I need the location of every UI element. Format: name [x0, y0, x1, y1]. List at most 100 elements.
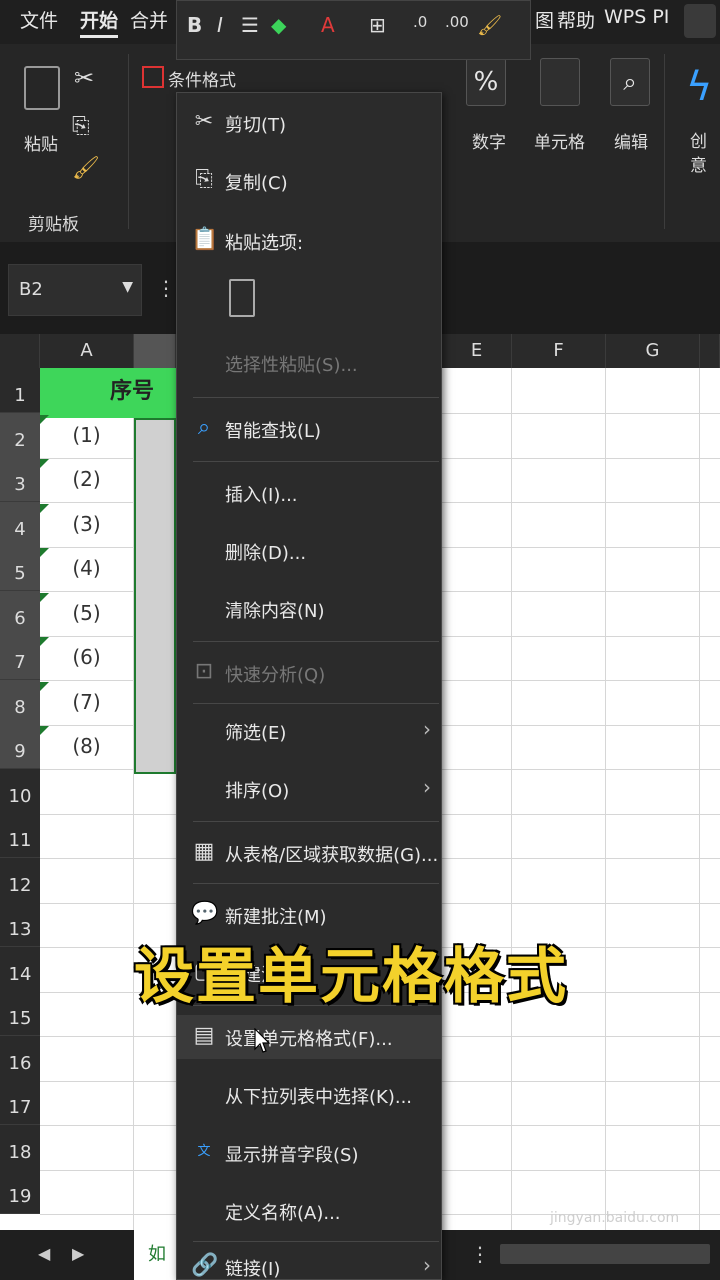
selected-range-b[interactable] — [134, 418, 176, 774]
increase-decimal-icon[interactable]: .00 — [445, 13, 469, 31]
row-header[interactable]: 4 — [0, 502, 40, 547]
error-indicator-icon — [40, 504, 49, 513]
column-header-e[interactable]: E — [442, 334, 512, 368]
border-icon[interactable]: ⊞ — [369, 13, 386, 37]
menu-item-copy[interactable]: ⎘ 复制(C) — [177, 159, 441, 203]
chevron-right-icon: › — [423, 717, 431, 741]
lightning-icon[interactable]: ϟ — [686, 64, 712, 110]
cell-a[interactable]: (5) — [40, 591, 133, 635]
menu-item-smart-lookup[interactable]: ⌕ 智能查找(L) — [177, 407, 441, 451]
copy-icon: ⎘ — [195, 167, 213, 192]
row-header[interactable]: 11 — [0, 813, 40, 858]
tab-home[interactable]: 开始 — [80, 6, 119, 38]
more-icon[interactable]: ⋮ — [156, 276, 176, 300]
watermark: jingyan.baidu.com — [550, 1210, 680, 1226]
prev-sheet-icon[interactable]: ◀ — [38, 1244, 50, 1263]
cell-a[interactable]: (7) — [40, 680, 133, 724]
row-header[interactable]: 15 — [0, 991, 40, 1036]
menu-item-sort[interactable]: 排序(O) › — [177, 767, 441, 811]
clipboard-label: 剪贴板 — [28, 215, 79, 235]
column-header-h[interactable] — [700, 334, 720, 368]
column-header-f[interactable]: F — [512, 334, 606, 368]
row-header[interactable]: 3 — [0, 457, 40, 502]
error-indicator-icon — [40, 415, 49, 424]
chevron-down-icon[interactable]: ▼ — [122, 279, 133, 295]
font-color-icon[interactable]: A — [321, 13, 335, 37]
row-header[interactable]: 14 — [0, 947, 40, 992]
sheet-tab[interactable]: 如何 — [134, 1230, 176, 1280]
menu-item-delete[interactable]: 删除(D)... — [177, 529, 441, 573]
cell-a[interactable]: (2) — [40, 457, 133, 501]
tab-wps[interactable]: WPS PI — [604, 6, 669, 28]
tab-help[interactable]: 帮助 — [557, 6, 595, 33]
copy-icon[interactable]: ⎘ — [72, 114, 90, 139]
row-header[interactable]: 18 — [0, 1125, 40, 1170]
row-header[interactable]: 8 — [0, 680, 40, 725]
column-header-g[interactable]: G — [606, 334, 700, 368]
row-header[interactable]: 10 — [0, 769, 40, 814]
row-header[interactable]: 1 — [0, 368, 40, 413]
menu-item-filter[interactable]: 筛选(E) › — [177, 709, 441, 753]
menu-item-format-cells[interactable]: ▤ 设置单元格格式(F)... — [177, 1015, 441, 1059]
select-all-corner[interactable] — [0, 334, 40, 368]
conditional-format-label[interactable]: 条件格式 — [168, 66, 236, 91]
decrease-decimal-icon[interactable]: .0 — [413, 13, 427, 31]
bold-icon[interactable]: B — [187, 13, 202, 37]
cell-a[interactable]: (3) — [40, 502, 133, 546]
search-icon[interactable]: ⌕ — [610, 58, 650, 106]
menu-item-get-data[interactable]: ▦ 从表格/区域获取数据(G)... — [177, 831, 441, 875]
menu-item-pick-list[interactable]: 从下拉列表中选择(K)... — [177, 1073, 441, 1117]
paste-option-icon[interactable] — [229, 279, 255, 317]
row-header[interactable]: 6 — [0, 591, 40, 636]
table-icon: ▦ — [193, 839, 215, 864]
row-header[interactable]: 19 — [0, 1169, 40, 1214]
italic-icon[interactable]: I — [217, 13, 223, 37]
menu-item-phonetic[interactable]: 文显示拼音字段(S) — [177, 1131, 441, 1175]
cell-a[interactable]: (4) — [40, 546, 133, 590]
context-menu: ✂ 剪切(T) ⎘ 复制(C) 📋 粘贴选项: 选择性粘贴(S)... ⌕ 智能查找(L… — [176, 92, 442, 1280]
column-header-a[interactable]: A — [40, 334, 134, 368]
cell-a[interactable]: (1) — [40, 413, 133, 457]
error-indicator-icon — [40, 548, 49, 557]
header-cell-xuhao[interactable]: 序号 — [40, 368, 176, 418]
row-header[interactable]: 13 — [0, 902, 40, 947]
error-indicator-icon — [40, 637, 49, 646]
align-icon[interactable]: ☰ — [241, 13, 259, 37]
create-label[interactable]: 创意 — [690, 130, 710, 178]
name-box[interactable]: B2 ▼ — [8, 264, 142, 316]
menu-item-define-name[interactable]: 定义名称(A)... — [177, 1189, 441, 1233]
row-header[interactable]: 16 — [0, 1036, 40, 1081]
row-header[interactable]: 7 — [0, 635, 40, 680]
number-label[interactable]: 数字 — [472, 128, 506, 153]
menu-item-clear-contents[interactable]: 清除内容(N) — [177, 587, 441, 631]
cell-a[interactable]: (8) — [40, 724, 133, 768]
column-header-b[interactable] — [134, 334, 176, 368]
row-header[interactable]: 12 — [0, 858, 40, 903]
row-header[interactable]: 5 — [0, 546, 40, 591]
more-sheets-icon[interactable]: ⋮ — [470, 1242, 490, 1266]
format-painter-icon[interactable]: 🖌 — [72, 156, 100, 181]
row-header[interactable]: 17 — [0, 1080, 40, 1125]
cells-icon[interactable] — [540, 58, 580, 106]
tab-view-partial[interactable]: 图 — [535, 6, 554, 33]
next-sheet-icon[interactable]: ▶ — [72, 1244, 84, 1263]
fill-color-icon[interactable]: ◆ — [271, 13, 286, 37]
edit-label[interactable]: 编辑 — [614, 128, 648, 153]
format-painter-mini-icon[interactable]: 🖌 — [477, 13, 502, 37]
menu-item-link[interactable]: 🔗 链接(I) › — [177, 1245, 441, 1280]
paste-icon[interactable] — [24, 66, 60, 110]
row-header[interactable]: 2 — [0, 413, 40, 458]
cut-icon[interactable]: ✂ — [74, 64, 94, 92]
conditional-format-icon[interactable] — [142, 66, 164, 88]
horizontal-scrollbar[interactable] — [500, 1244, 710, 1264]
cells-label[interactable]: 单元格 — [534, 128, 585, 153]
format-cells-icon: ▤ — [193, 1023, 215, 1048]
percent-icon[interactable]: % — [466, 58, 506, 106]
menu-item-cut[interactable]: ✂ 剪切(T) — [177, 101, 441, 145]
tab-merge[interactable]: 合并 — [130, 6, 168, 33]
cell-a[interactable]: (6) — [40, 635, 133, 679]
menu-item-insert[interactable]: 插入(I)... — [177, 471, 441, 515]
row-header[interactable]: 9 — [0, 724, 40, 769]
tab-file[interactable]: 文件 — [20, 6, 58, 33]
share-button[interactable] — [684, 4, 716, 38]
